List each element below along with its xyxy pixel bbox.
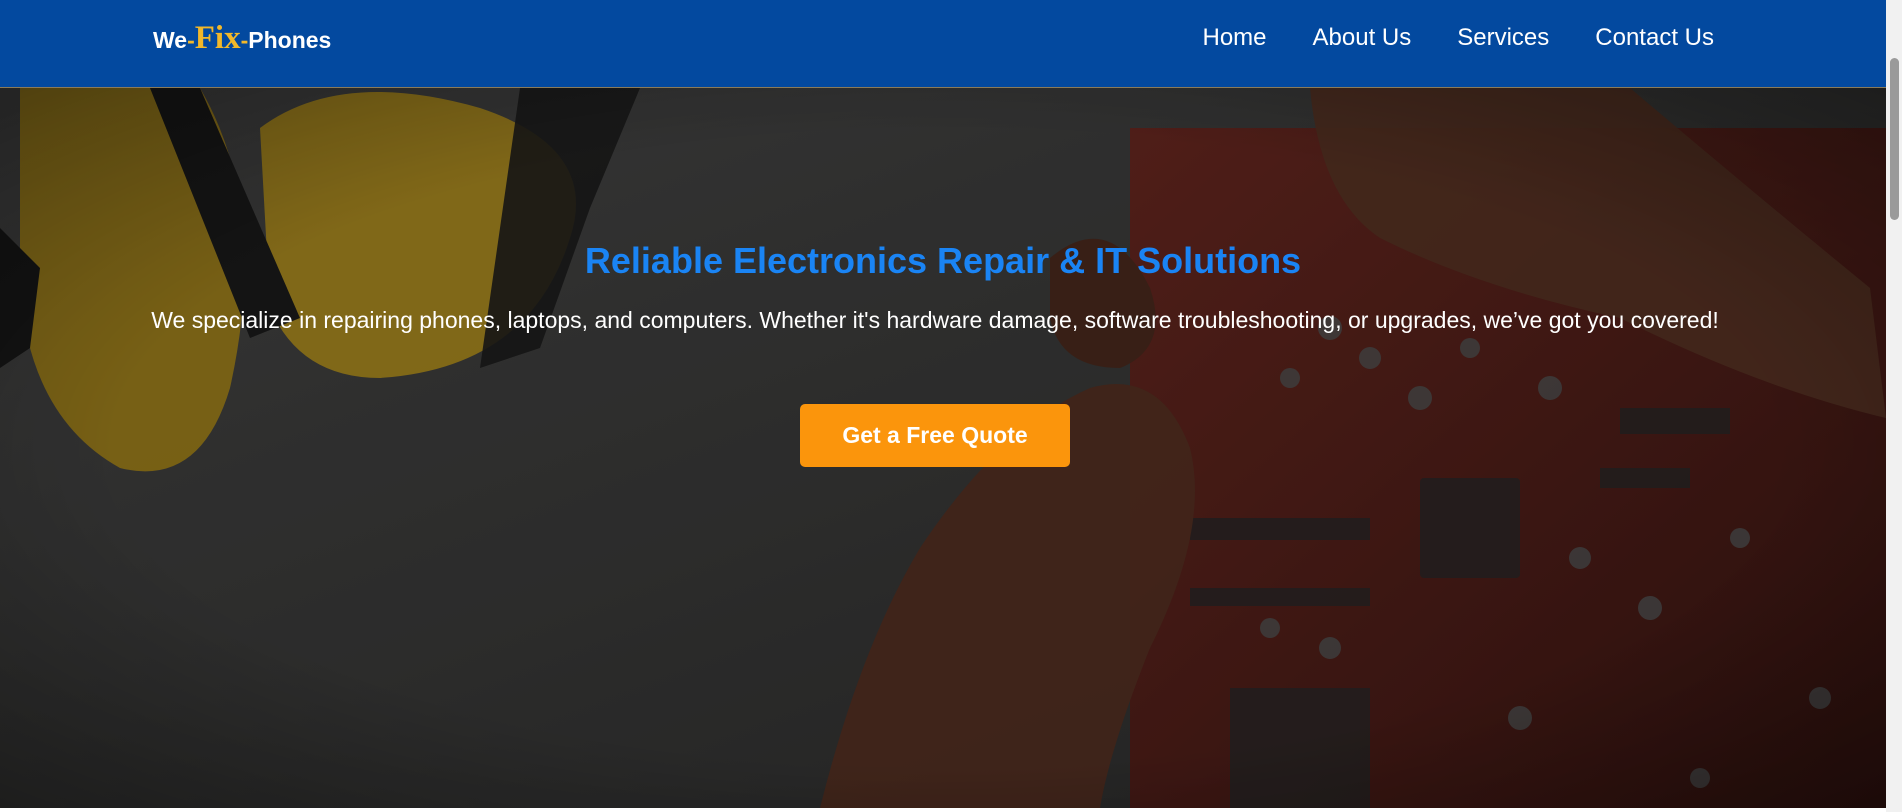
hero-section: Reliable Electronics Repair & IT Solutio…: [0, 88, 1886, 808]
scrollbar[interactable]: [1886, 0, 1902, 812]
hero-title: Reliable Electronics Repair & IT Solutio…: [584, 240, 1302, 281]
hero-description: We specialize in repairing phones, lapto…: [151, 307, 1719, 333]
nav-link-contact-us[interactable]: Contact Us: [1595, 24, 1714, 52]
hero-content: Reliable Electronics Repair & IT Solutio…: [0, 88, 1886, 808]
logo-dash: -: [240, 27, 249, 53]
site-logo[interactable]: We - Fix - Phones: [153, 20, 331, 57]
get-free-quote-button[interactable]: Get a Free Quote: [800, 404, 1070, 467]
logo-text-phones: Phones: [248, 27, 332, 53]
page: We - Fix - Phones Home About Us Services…: [0, 0, 1886, 812]
navbar: We - Fix - Phones Home About Us Services…: [0, 0, 1886, 88]
nav-link-about-us[interactable]: About Us: [1313, 24, 1412, 52]
scrollbar-thumb[interactable]: [1890, 58, 1899, 220]
logo-text-fix: Fix: [194, 20, 241, 56]
nav-link-home[interactable]: Home: [1203, 24, 1267, 52]
logo-dash: -: [187, 27, 195, 53]
logo-text-we: We: [153, 27, 188, 53]
main-nav: Home About Us Services Contact Us: [1203, 24, 1715, 52]
nav-link-services[interactable]: Services: [1457, 24, 1549, 52]
